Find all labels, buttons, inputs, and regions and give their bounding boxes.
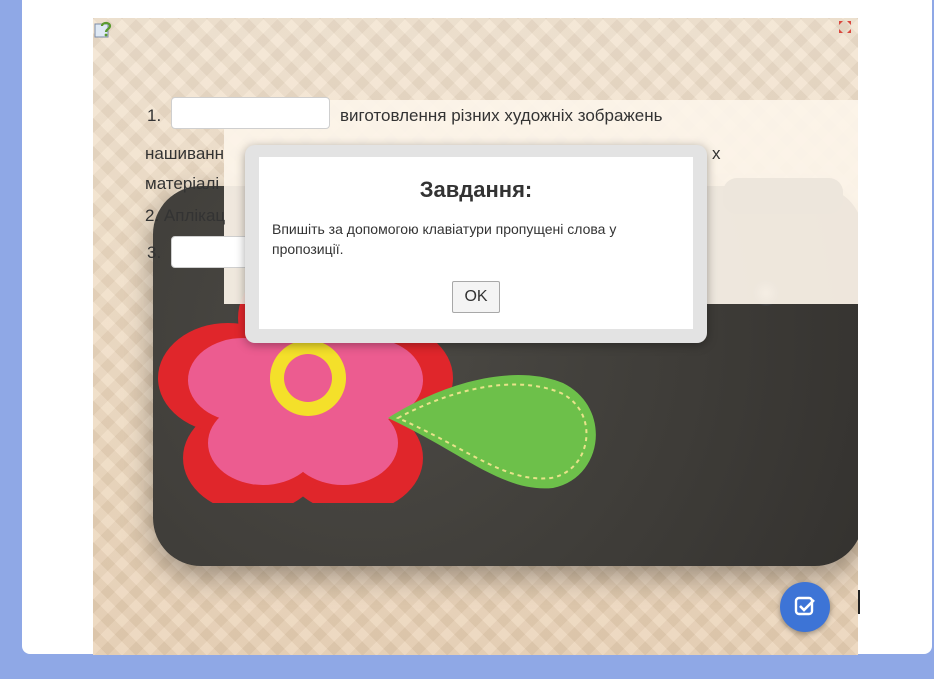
felt-leaf-image [388, 375, 596, 489]
fullscreen-icon[interactable] [838, 20, 852, 34]
line2-text-right: х [712, 144, 721, 163]
gap-input-3[interactable] [171, 236, 253, 268]
gap-input-1[interactable] [171, 97, 330, 129]
dialog-message: Впишіть за допомогою клавіатури пропущен… [272, 221, 617, 257]
line1-text: виготовлення різних художніх зображень [340, 106, 663, 125]
line4-text: 2. Аплікац [145, 206, 226, 225]
line2-text: нашиванн [145, 144, 225, 163]
task-dialog: Завдання: Впишіть за допомогою клавіатур… [245, 145, 707, 343]
line1-number: 1. [147, 106, 162, 125]
line3-text: матеріалі [145, 174, 220, 193]
dialog-body: Завдання: Впишіть за допомогою клавіатур… [259, 157, 693, 329]
check-answers-button[interactable] [780, 582, 830, 632]
ok-button[interactable]: OK [452, 281, 500, 313]
help-question-icon[interactable] [94, 20, 114, 40]
side-divider [858, 590, 860, 614]
line5-number: 3. [147, 243, 162, 262]
dialog-title: Завдання: [419, 177, 533, 202]
check-icon [794, 596, 815, 616]
